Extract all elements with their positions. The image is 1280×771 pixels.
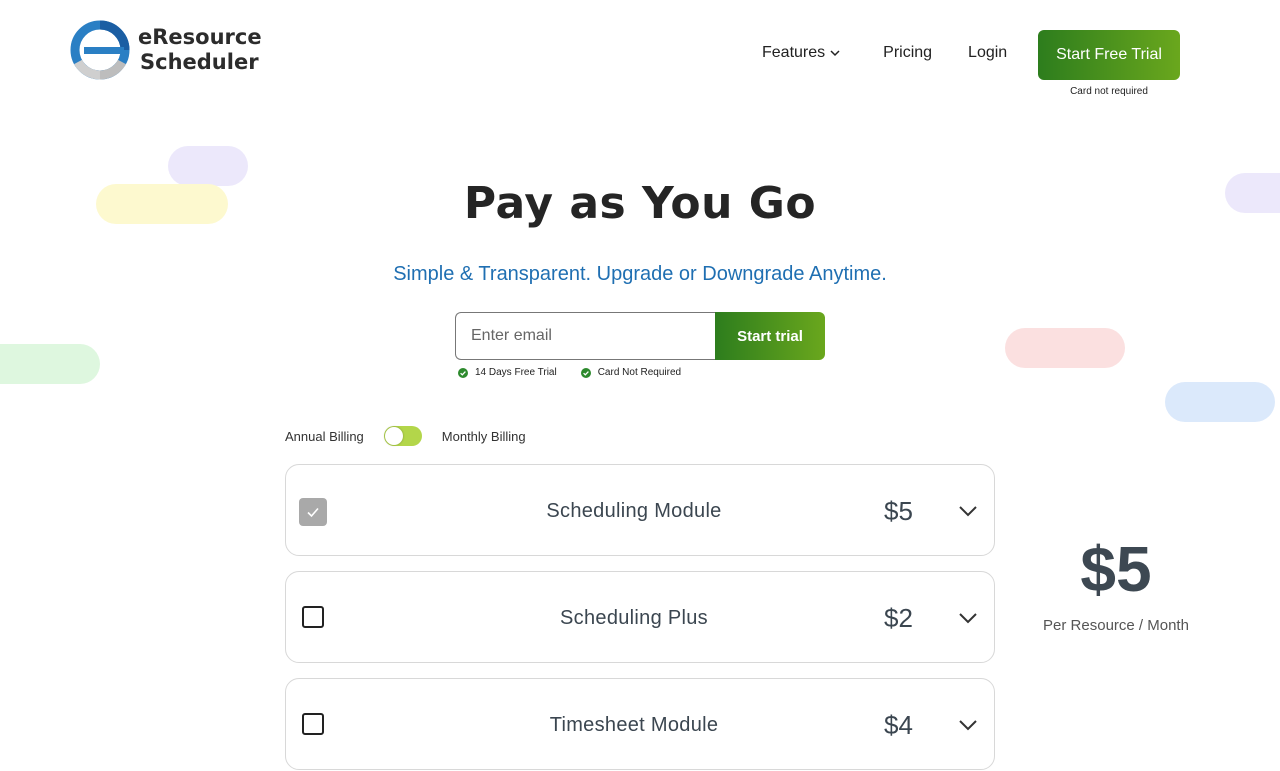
- module-price: $4: [884, 710, 913, 740]
- site-logo[interactable]: eResource Scheduler: [70, 20, 262, 80]
- price-unit: Per Resource / Month: [1043, 617, 1189, 634]
- badge-free-trial: 14 Days Free Trial: [458, 367, 557, 378]
- page-title: Pay as You Go: [463, 178, 817, 229]
- module-name: Scheduling Module: [546, 500, 722, 522]
- check-circle-icon: [458, 367, 468, 378]
- chevron-down-icon[interactable]: [958, 715, 978, 735]
- billing-toggle[interactable]: [383, 426, 422, 446]
- chevron-down-icon[interactable]: [958, 501, 978, 521]
- email-input[interactable]: [455, 312, 715, 360]
- annual-billing-label[interactable]: Annual Billing: [285, 429, 364, 444]
- start-free-trial-button[interactable]: Start Free Trial: [1038, 30, 1180, 80]
- module-card-scheduling-plus[interactable]: Scheduling Plus $2: [285, 571, 995, 663]
- module-card-scheduling[interactable]: Scheduling Module $5: [285, 464, 995, 556]
- module-price: $5: [884, 496, 913, 526]
- main-nav: Features Pricing Login: [762, 44, 1007, 62]
- billing-toggle-row: Annual Billing Monthly Billing: [285, 426, 526, 446]
- logo-line-1: eResource: [138, 25, 262, 49]
- toggle-knob: [384, 427, 403, 445]
- decorative-blob: [0, 344, 100, 384]
- total-price: $5: [1080, 533, 1152, 605]
- card-not-required-note: Card not required: [1070, 86, 1148, 97]
- chevron-down-icon[interactable]: [958, 608, 978, 628]
- module-name: Timesheet Module: [549, 714, 719, 736]
- start-trial-button[interactable]: Start trial: [715, 312, 825, 360]
- decorative-blob: [1165, 382, 1275, 422]
- module-price: $2: [884, 603, 913, 633]
- nav-features-label: Features: [762, 44, 826, 61]
- logo-text: eResource Scheduler: [138, 25, 262, 75]
- logo-icon: [70, 20, 130, 80]
- nav-login[interactable]: Login: [968, 44, 1007, 62]
- trial-signup-form: Start trial: [455, 312, 825, 360]
- badge-card-not-required-label: Card Not Required: [597, 367, 682, 378]
- page-subtitle: Simple & Transparent. Upgrade or Downgra…: [393, 263, 887, 285]
- nav-features[interactable]: Features: [762, 44, 841, 62]
- nav-pricing[interactable]: Pricing: [883, 44, 932, 62]
- logo-line-2: Scheduler: [140, 50, 259, 74]
- monthly-billing-label[interactable]: Monthly Billing: [442, 429, 526, 444]
- chevron-down-icon: [830, 50, 840, 57]
- check-circle-icon: [580, 367, 591, 378]
- module-card-timesheet[interactable]: Timesheet Module $4: [285, 678, 995, 770]
- badge-free-trial-label: 14 Days Free Trial: [475, 367, 557, 378]
- badge-card-not-required: Card Not Required: [580, 367, 682, 378]
- decorative-blob: [1005, 328, 1125, 368]
- module-name: Scheduling Plus: [560, 607, 708, 629]
- trial-badges: 14 Days Free Trial Card Not Required: [458, 367, 705, 378]
